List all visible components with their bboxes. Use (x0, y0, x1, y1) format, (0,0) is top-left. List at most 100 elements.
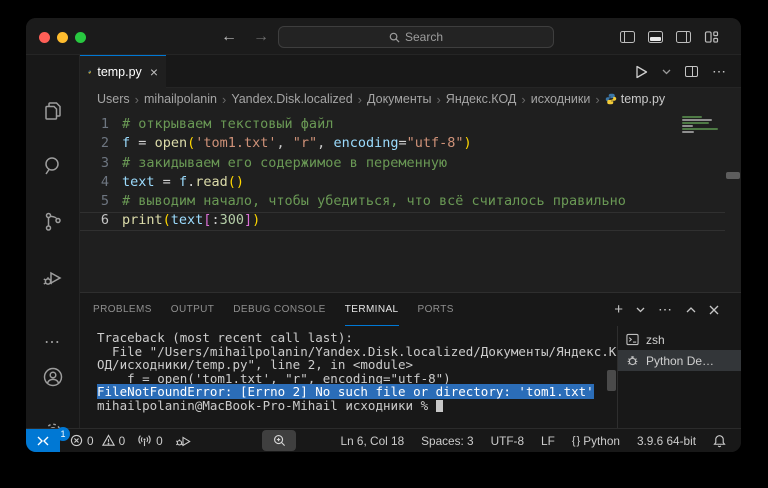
editor-more-actions-icon[interactable]: ⋯ (712, 63, 727, 80)
breadcrumb-item[interactable]: Документы (367, 92, 431, 106)
tab-close-icon[interactable]: × (150, 64, 158, 80)
customize-layout-icon[interactable] (704, 31, 719, 43)
close-panel-icon[interactable] (709, 305, 719, 315)
language-indicator[interactable]: { } Python (572, 434, 620, 448)
indentation-indicator[interactable]: Spaces: 3 (421, 434, 473, 448)
zoom-in-icon (273, 434, 286, 447)
debug-status-indicator[interactable] (175, 434, 191, 448)
ports-indicator[interactable]: 0 (137, 434, 163, 448)
code-token (155, 174, 163, 190)
breadcrumb-item[interactable]: temp.py (605, 92, 665, 106)
breadcrumb-item[interactable]: исходники (531, 92, 591, 106)
terminal-line[interactable]: f = open('tom1.txt', "r", encoding="utf-… (97, 372, 617, 386)
code-line[interactable]: 1# открываем текстовый файл (80, 115, 741, 134)
minimap-line (682, 116, 702, 118)
explorer-icon[interactable] (26, 99, 80, 123)
panel-more-actions-icon[interactable]: ⋯ (658, 301, 673, 318)
code-token: ( (187, 135, 195, 151)
code-token: f (179, 174, 187, 190)
toggle-panel-icon[interactable] (648, 31, 663, 43)
terminal-prompt-line[interactable]: mihailpolanin@MacBook-Pro-Mihail исходни… (97, 399, 617, 413)
source-control-icon[interactable] (26, 210, 80, 234)
panel-tab-output[interactable]: OUTPUT (171, 293, 215, 326)
minimap-line (682, 131, 694, 133)
toggle-secondary-sidebar-icon[interactable] (676, 31, 691, 43)
line-number[interactable]: 4 (80, 173, 122, 192)
minimize-window-button[interactable] (57, 32, 68, 43)
code-line[interactable]: 2f = open('tom1.txt', "r", encoding="utf… (80, 134, 741, 153)
code-token: ) (464, 135, 472, 151)
breadcrumb-item[interactable]: Яндекс.КОД (446, 92, 517, 106)
more-views-icon[interactable]: ⋯ (26, 332, 80, 352)
run-debug-icon[interactable] (26, 265, 80, 291)
code-token: 'tom1.txt' (195, 135, 276, 151)
panel-tab-ports[interactable]: PORTS (418, 293, 454, 326)
interpreter-indicator[interactable]: 3.9.6 64-bit (637, 434, 696, 448)
terminal-list-item[interactable]: zsh (618, 329, 741, 350)
back-arrow-icon[interactable]: ← (221, 28, 237, 46)
terminal-line[interactable]: File "/Users/mihailpolanin/Yandex.Disk.l… (97, 345, 617, 359)
line-col-indicator[interactable]: Ln 6, Col 18 (341, 434, 405, 448)
code-line[interactable]: 4text = f.read() (80, 173, 741, 192)
panel-tab-problems[interactable]: PROBLEMS (93, 293, 152, 326)
breadcrumb-label: Users (97, 92, 130, 106)
minimap[interactable] (682, 116, 722, 134)
line-number[interactable]: 5 (80, 192, 122, 211)
chevron-right-icon: › (135, 92, 139, 107)
run-file-icon[interactable] (635, 65, 648, 79)
terminal-dropdown-chevron-icon[interactable] (636, 307, 645, 313)
panel-tab-debug-console[interactable]: DEBUG CONSOLE (233, 293, 325, 326)
line-number[interactable]: 2 (80, 134, 122, 153)
terminal-line[interactable]: Traceback (most recent call last): (97, 331, 617, 345)
line-number[interactable]: 1 (80, 115, 122, 134)
terminal-list-item[interactable]: Python De… (618, 350, 741, 371)
terminal-output[interactable]: Traceback (most recent call last): File … (80, 326, 617, 428)
command-center-search[interactable]: Search (278, 26, 554, 48)
zoom-window-button[interactable] (75, 32, 86, 43)
search-sidebar-icon[interactable] (26, 154, 80, 178)
panel-tab-terminal[interactable]: TERMINAL (345, 293, 399, 326)
breadcrumb-item[interactable]: mihailpolanin (144, 92, 217, 106)
code-token: print (122, 212, 163, 228)
toggle-primary-sidebar-icon[interactable] (620, 31, 635, 43)
code-token: ] (244, 212, 252, 228)
code-text: # закидываем его содержимое в переменную (122, 154, 447, 173)
tab-temp-py[interactable]: temp.py × (80, 55, 166, 88)
encoding-indicator[interactable]: UTF-8 (491, 434, 524, 448)
code-token: ( (228, 174, 236, 190)
problems-indicator[interactable]: 0 0 (70, 434, 125, 448)
terminal-line[interactable]: FileNotFoundError: [Errno 2] No such fil… (97, 385, 617, 399)
chevron-right-icon: › (358, 92, 362, 107)
line-number[interactable]: 3 (80, 154, 122, 173)
remote-indicator[interactable] (26, 429, 60, 452)
code-token: ) (252, 212, 260, 228)
ports-count: 0 (156, 434, 163, 448)
code-token: text (171, 212, 204, 228)
code-token: . (187, 174, 195, 190)
forward-arrow-icon[interactable]: → (253, 28, 269, 46)
code-editor[interactable]: 1# открываем текстовый файл2f = open('to… (80, 110, 741, 292)
zoom-indicator[interactable] (262, 430, 296, 451)
bell-icon[interactable] (713, 434, 726, 448)
new-terminal-icon[interactable]: + (614, 301, 623, 318)
errors-icon (70, 434, 83, 447)
account-icon[interactable] (26, 365, 80, 389)
split-editor-icon[interactable] (685, 66, 698, 77)
terminal-scrollbar-thumb[interactable] (607, 370, 616, 391)
terminal-line[interactable]: ОД/исходники/temp.py", line 2, in <modul… (97, 358, 617, 372)
close-window-button[interactable] (39, 32, 50, 43)
breadcrumb-item[interactable]: Yandex.Disk.localized (231, 92, 352, 106)
run-dropdown-chevron-icon[interactable] (662, 69, 671, 75)
code-token: "r" (293, 135, 317, 151)
code-token: , (277, 135, 285, 151)
code-text: # открываем текстовый файл (122, 115, 333, 134)
line-number[interactable]: 6 (80, 211, 122, 230)
eol-indicator[interactable]: LF (541, 434, 555, 448)
breadcrumb-item[interactable]: Users (97, 92, 130, 106)
code-line[interactable]: 3# закидываем его содержимое в переменну… (80, 154, 741, 173)
code-line[interactable]: 5# выводим начало, чтобы убедиться, что … (80, 192, 741, 211)
tab-bar: temp.py × ⋯ (80, 55, 741, 88)
maximize-panel-icon[interactable] (686, 306, 696, 313)
activity-bar: ⋯ 1 (26, 55, 80, 428)
code-line[interactable]: 6print(text[:300]) (80, 211, 741, 230)
